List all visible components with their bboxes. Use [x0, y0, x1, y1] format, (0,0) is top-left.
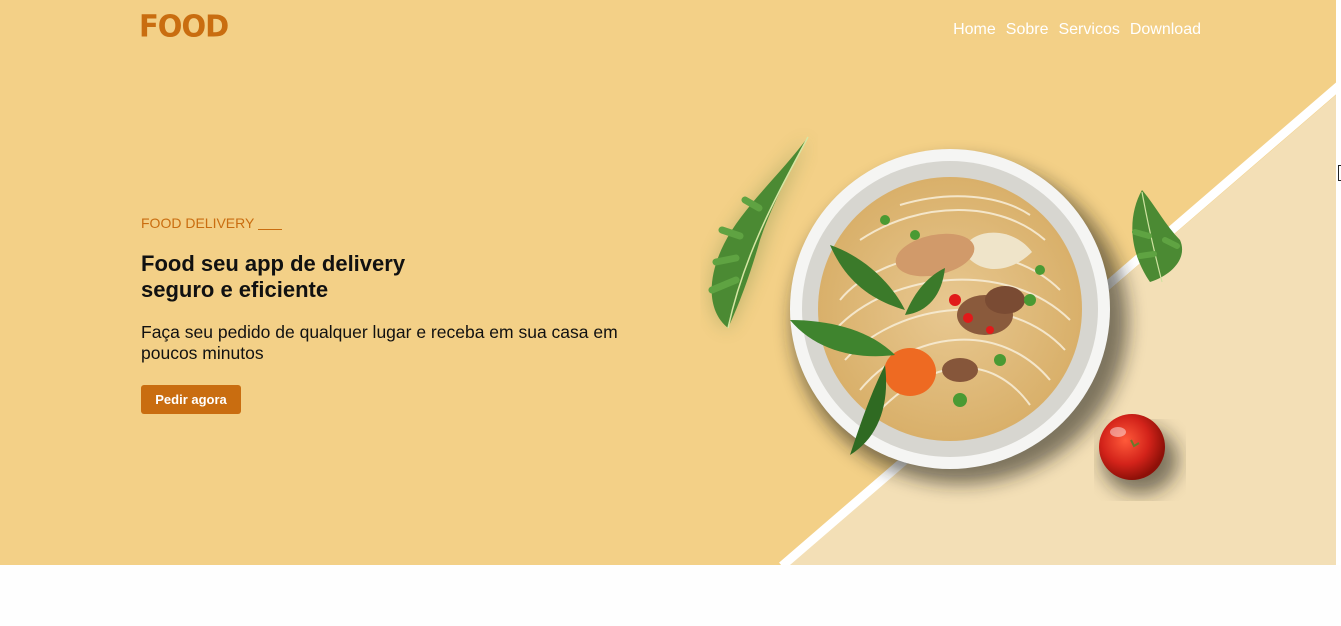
nav-link-home[interactable]: Home	[953, 21, 996, 39]
hero-headline: Food seu app de delivery seguro e eficie…	[141, 251, 441, 303]
hero-section: FOOD Home Sobre Servicos Download FOOD D…	[0, 0, 1336, 565]
nav-link-download[interactable]: Download	[1130, 21, 1201, 39]
headline-line-2: seguro e eficiente	[141, 277, 329, 302]
headline-line-1: Food seu app de delivery	[141, 251, 406, 276]
hero-eyebrow: FOOD DELIVERY	[141, 215, 283, 231]
tomato-image	[1099, 414, 1178, 494]
order-now-button[interactable]: Pedir agora	[141, 385, 241, 414]
leaf-right-image	[1132, 190, 1183, 283]
noodle-bowl-image	[790, 149, 1128, 484]
nav-link-sobre[interactable]: Sobre	[1006, 21, 1049, 39]
eyebrow-underline	[258, 229, 283, 230]
scrollbar-track[interactable]	[1336, 0, 1341, 565]
nav-link-servicos[interactable]: Servicos	[1058, 21, 1119, 39]
eyebrow-text: FOOD DELIVERY	[141, 215, 255, 231]
brand-logo[interactable]: FOOD	[139, 8, 229, 44]
hero-subtext: Faça seu pedido de qualquer lugar e rece…	[141, 322, 618, 363]
main-nav: Home Sobre Servicos Download	[953, 21, 1201, 39]
